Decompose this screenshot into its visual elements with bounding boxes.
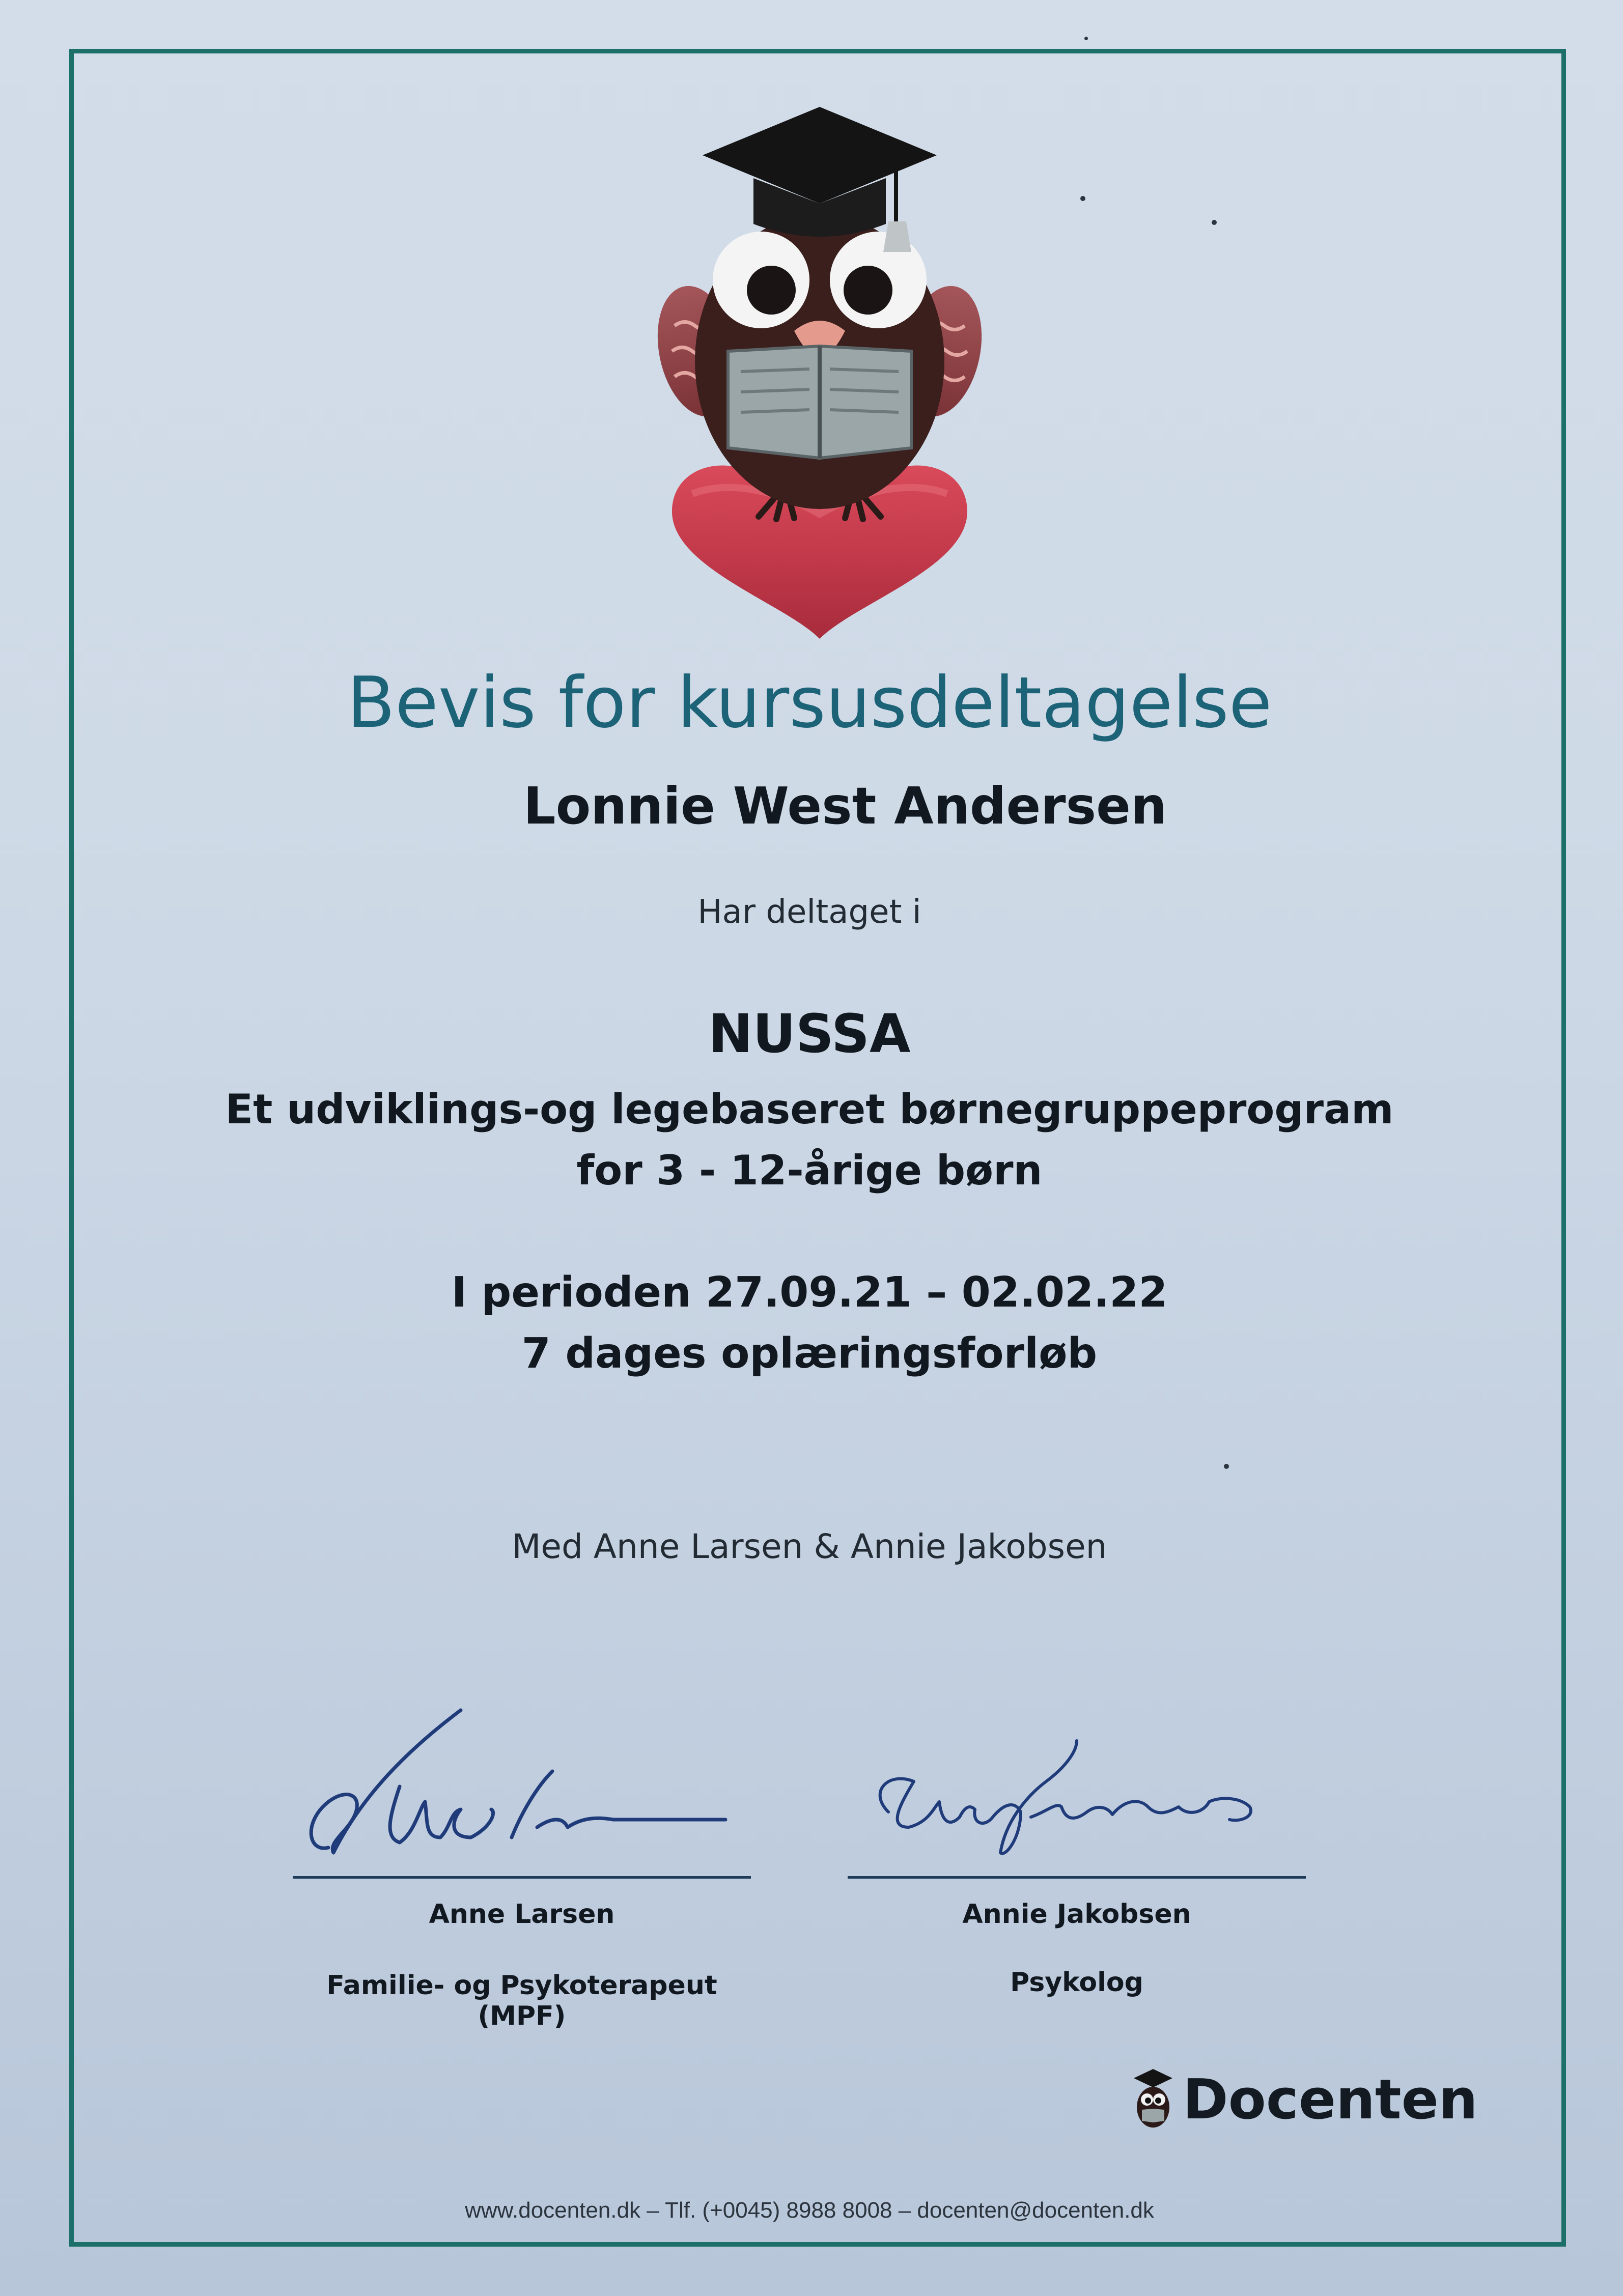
signature-line [848, 1876, 1306, 1879]
period-dates: I perioden 27.09.21 – 02.02.22 [451, 1268, 1168, 1317]
course-duration: 7 dages oplæringsforløb [521, 1329, 1098, 1378]
program-subtitle: Et udviklings-og legebaseret børnegruppe… [76, 1079, 1543, 1201]
program-subtitle-line1: Et udviklings-og legebaseret børnegruppe… [225, 1086, 1394, 1133]
signature-line [293, 1876, 751, 1879]
signer-name: Annie Jakobsen [962, 1899, 1191, 1930]
course-period: I perioden 27.09.21 – 02.02.22 7 dages o… [76, 1262, 1543, 1384]
signer-name: Anne Larsen [429, 1899, 615, 1930]
certificate-title: Bevis for kursusdeltagelse [347, 662, 1272, 744]
docenten-logo: Docenten [1133, 2066, 1478, 2133]
signature-block-right: Annie Jakobsen Psykolog [848, 1720, 1306, 1998]
participant-name: Lonnie West Andersen [523, 776, 1167, 836]
footer-contact: www.docenten.dk – Tlf. (+0045) 8988 8008… [465, 2198, 1154, 2223]
signer-role: Familie- og Psykoterapeut (MPF) [326, 1970, 717, 2031]
dust-speck [1212, 220, 1217, 225]
dust-speck [1080, 196, 1085, 201]
signature-block-left: Anne Larsen Familie- og Psykoterapeut (M… [293, 1700, 751, 2031]
logo-text: Docenten [1183, 2067, 1478, 2132]
program-name: NUSSA [708, 1003, 911, 1065]
program-subtitle-line2: for 3 - 12-årige børn [576, 1147, 1043, 1194]
dust-speck [1224, 1464, 1229, 1469]
handwritten-signature [878, 1739, 1252, 1855]
dust-speck [1084, 37, 1088, 40]
handwritten-signature [309, 1708, 727, 1855]
owl-logo-icon [1134, 2069, 1172, 2128]
signer-role: Psykolog [1010, 1967, 1143, 1998]
owl-graduate-icon [657, 107, 982, 639]
participated-label: Har deltaget i [697, 893, 921, 931]
instructors-line: Med Anne Larsen & Annie Jakobsen [512, 1527, 1107, 1566]
